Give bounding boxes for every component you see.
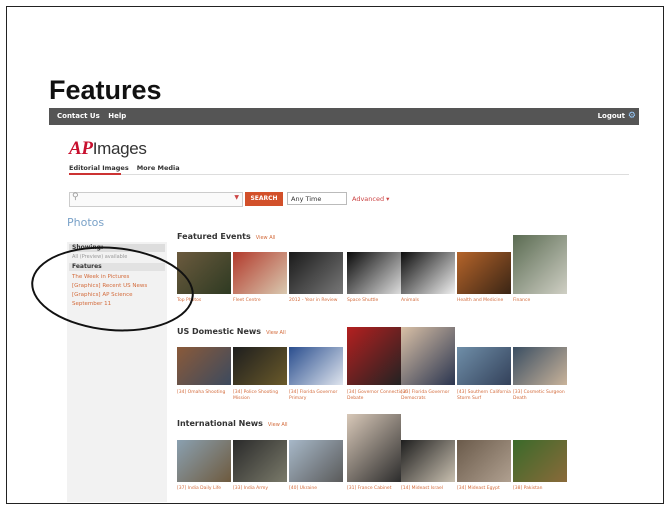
photo-caption[interactable]: [14] Mideast Israel — [401, 486, 463, 492]
photo-thumbnail[interactable] — [347, 252, 401, 294]
photo-caption[interactable]: [37] India Daily Life — [177, 486, 239, 492]
photo-caption[interactable]: [40] Ukraine — [289, 486, 351, 492]
chevron-down-icon[interactable]: ▼ — [234, 194, 239, 201]
ap-images-logo[interactable]: APImages — [69, 138, 147, 160]
photo-thumbnail[interactable] — [457, 440, 511, 482]
photo-thumbnail[interactable] — [513, 347, 567, 385]
photo-thumbnail[interactable] — [401, 440, 455, 482]
help-link[interactable]: Help — [108, 112, 126, 120]
photo-thumbnail[interactable] — [401, 327, 455, 385]
photo-caption[interactable]: [31] France Cabinet — [347, 486, 409, 492]
advanced-search-link[interactable]: Advanced ▾ — [352, 195, 389, 203]
photo-thumbnail[interactable] — [289, 252, 343, 294]
photo-thumbnail[interactable] — [457, 252, 511, 294]
photo-thumbnail[interactable] — [289, 347, 343, 385]
photo-caption[interactable]: Fleet Centre — [233, 298, 295, 304]
nav-tabs: Editorial Images More Media — [69, 164, 188, 172]
photo-thumbnail[interactable] — [457, 347, 511, 385]
slide-frame: Features Contact Us Help Logout ⚙ APImag… — [6, 6, 664, 504]
photo-caption[interactable]: [34] Florida Governor Primary — [289, 390, 351, 402]
view-all-link[interactable]: View All — [266, 330, 286, 336]
photo-thumbnail[interactable] — [233, 440, 287, 482]
photo-caption[interactable]: [34] Mideast Egypt — [457, 486, 519, 492]
time-filter-select[interactable]: Any Time — [287, 192, 347, 205]
tab-editorial-images[interactable]: Editorial Images — [69, 164, 129, 172]
photo-caption[interactable]: [34] Police Shooting Mission — [233, 390, 295, 402]
nav-divider — [69, 174, 629, 175]
photo-thumbnail[interactable] — [233, 347, 287, 385]
photo-caption[interactable]: Space Shuttle — [347, 298, 409, 304]
photo-thumbnail[interactable] — [289, 440, 343, 482]
photo-caption[interactable]: 2012 - Year in Review — [289, 298, 351, 304]
photo-caption[interactable]: Finance — [513, 298, 575, 304]
photo-caption[interactable]: [38] Pakistan — [513, 486, 575, 492]
photo-thumbnail[interactable] — [233, 252, 287, 294]
section-heading: International News View All — [177, 419, 288, 428]
photo-caption[interactable]: Health and Medicine — [457, 298, 519, 304]
photo-thumbnail[interactable] — [347, 327, 401, 385]
section-heading: US Domestic News View All — [177, 327, 286, 336]
photo-caption[interactable]: Animals — [401, 298, 463, 304]
view-all-link[interactable]: View All — [256, 235, 276, 241]
photo-thumbnail[interactable] — [513, 440, 567, 482]
photo-thumbnail[interactable] — [177, 347, 231, 385]
tab-more-media[interactable]: More Media — [137, 164, 180, 172]
photo-caption[interactable]: [34] Governor Connecticut Debate — [347, 390, 409, 402]
photo-thumbnail[interactable] — [177, 440, 231, 482]
search-button[interactable]: SEARCH — [245, 192, 283, 206]
settings-icon[interactable]: ⚙ — [628, 111, 636, 121]
photo-caption[interactable]: [33] Cosmetic Surgeon Death — [513, 390, 575, 402]
search-input[interactable]: ⚲ ▼ — [69, 192, 243, 207]
photo-thumbnail[interactable] — [347, 414, 401, 482]
photo-caption[interactable]: [43] Southern California Storm Surf — [457, 390, 519, 402]
photo-thumbnail[interactable] — [401, 252, 455, 294]
photo-caption[interactable]: [34] Omaha Shooting — [177, 390, 239, 396]
search-icon: ⚲ — [72, 192, 79, 202]
slide-title: Features — [49, 75, 162, 105]
photo-thumbnail[interactable] — [513, 235, 567, 294]
photo-caption[interactable]: [33] India Army — [233, 486, 295, 492]
photos-heading: Photos — [67, 216, 105, 229]
section-heading: Featured Events View All — [177, 232, 276, 241]
top-bar: Contact Us Help Logout ⚙ — [49, 108, 639, 125]
view-all-link[interactable]: View All — [268, 422, 288, 428]
logout-link[interactable]: Logout — [598, 112, 625, 120]
photo-caption[interactable]: [33] Florida Governor Democrats — [401, 390, 463, 402]
active-tab-indicator — [69, 173, 121, 175]
contact-us-link[interactable]: Contact Us — [57, 112, 100, 120]
